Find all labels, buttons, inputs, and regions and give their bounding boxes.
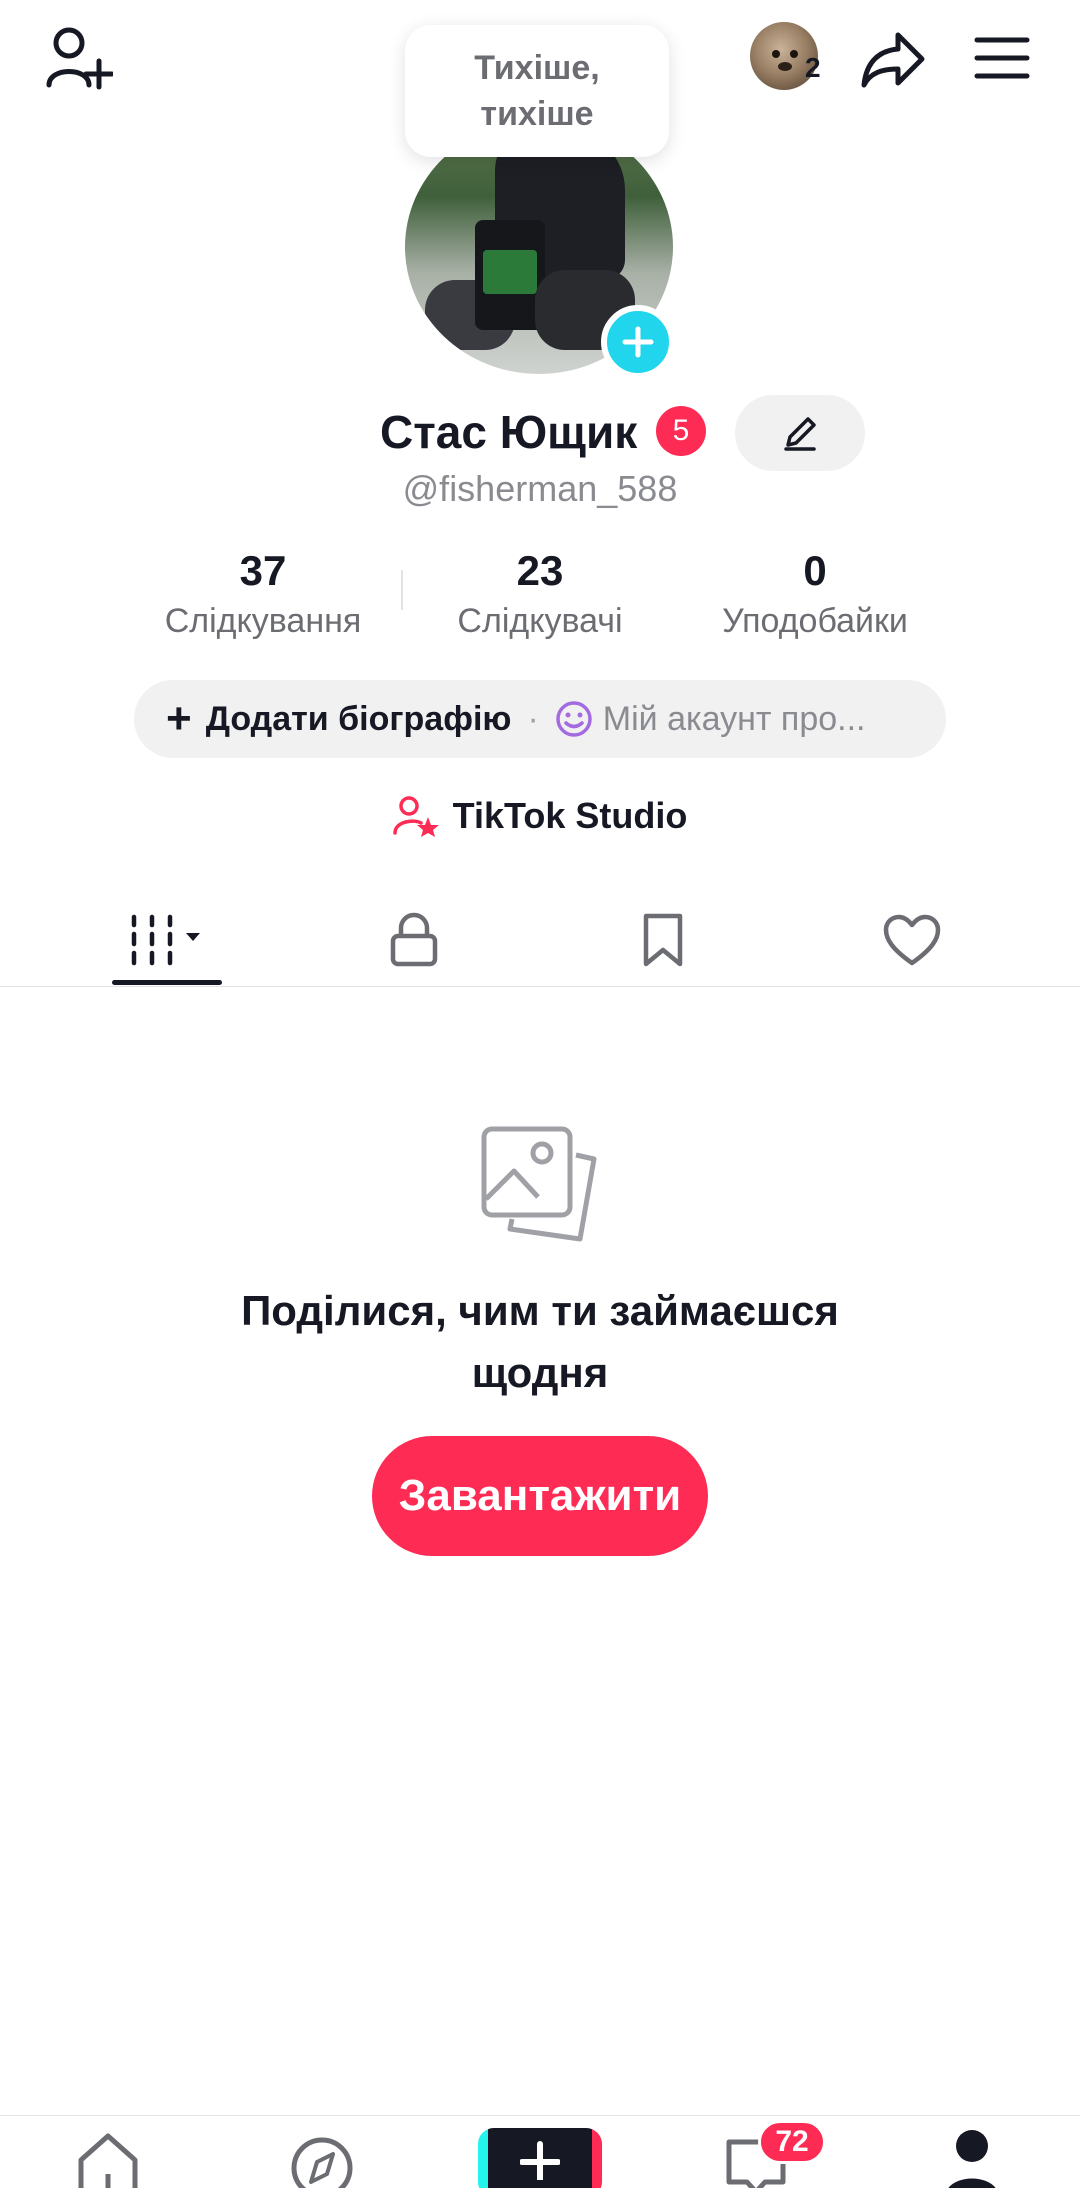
plus-icon: [622, 326, 654, 358]
stat-likes[interactable]: 0 Уподобайки: [685, 545, 945, 645]
menu-icon: [974, 37, 1030, 79]
grid-icon: [131, 914, 200, 966]
add-avatar-button[interactable]: [601, 305, 675, 379]
plus-icon: +: [166, 694, 192, 743]
profile-icon: [948, 2130, 996, 2188]
nav-explore[interactable]: [262, 2128, 382, 2188]
compass-icon: [291, 2137, 353, 2188]
tiktok-studio-link[interactable]: TikTok Studio: [0, 795, 1080, 837]
empty-state-title: Поділися, чим ти займаєшся щодня: [0, 1280, 1080, 1404]
create-button[interactable]: [478, 2128, 602, 2188]
plus-icon: [520, 2141, 560, 2180]
profile-name: Стас Ющик: [380, 406, 638, 458]
stat-divider: [401, 570, 403, 610]
tooltip-line-2: тихіше: [480, 95, 594, 133]
empty-title-line-2: щодня: [471, 1349, 609, 1396]
name-badge[interactable]: 5: [656, 406, 706, 456]
tab-liked[interactable]: [852, 895, 972, 985]
bio-pill[interactable]: + Додати біографію · Мій акаунт про...: [134, 680, 946, 758]
photos-icon: [480, 1125, 600, 1250]
inbox-badge: 72: [758, 2120, 826, 2164]
tab-videos[interactable]: [110, 895, 230, 985]
tooltip-line-1: Тихіше,: [474, 49, 600, 87]
friends-count: 2: [805, 52, 821, 83]
add-friend-button[interactable]: [38, 22, 118, 94]
active-tab-indicator: [112, 980, 222, 985]
share-button[interactable]: [858, 26, 928, 92]
lock-icon: [390, 912, 438, 967]
bookmark-icon: [643, 913, 683, 967]
bottom-nav-divider: [0, 2115, 1080, 2116]
stat-label: Слідкування: [164, 602, 362, 640]
stat-label: Слідкувачі: [457, 602, 623, 640]
heart-icon: [883, 914, 941, 966]
stat-following[interactable]: 37 Слідкування: [133, 545, 393, 645]
add-bio-label[interactable]: Додати біографію: [206, 700, 512, 739]
stat-value: 0: [803, 547, 827, 594]
smile-icon: [556, 701, 592, 737]
status-tooltip[interactable]: Тихіше, тихіше: [405, 25, 669, 157]
nav-home[interactable]: [48, 2128, 168, 2188]
profile-handle: @fisherman_588: [402, 468, 678, 509]
add-user-icon: [46, 27, 113, 90]
pencil-icon: [784, 417, 816, 451]
share-icon: [861, 32, 925, 88]
home-icon: [78, 2133, 138, 2188]
studio-icon: [392, 796, 439, 837]
menu-button[interactable]: [972, 30, 1032, 86]
edit-profile-button[interactable]: [735, 395, 865, 471]
stat-value: 23: [516, 547, 564, 594]
upload-button[interactable]: Завантажити: [372, 1436, 708, 1556]
stat-followers[interactable]: 23 Слідкувачі: [410, 545, 670, 645]
tabs-divider: [0, 986, 1080, 987]
studio-label: TikTok Studio: [452, 795, 688, 836]
empty-title-line-1: Поділися, чим ти займаєшся: [241, 1287, 839, 1334]
tab-private[interactable]: [354, 895, 474, 985]
tab-saved[interactable]: [603, 895, 723, 985]
stat-value: 37: [239, 547, 287, 594]
stat-label: Уподобайки: [722, 602, 908, 640]
separator: ·: [527, 699, 539, 738]
about-account-label[interactable]: Мій акаунт про...: [603, 700, 866, 739]
nav-profile[interactable]: [912, 2128, 1032, 2188]
